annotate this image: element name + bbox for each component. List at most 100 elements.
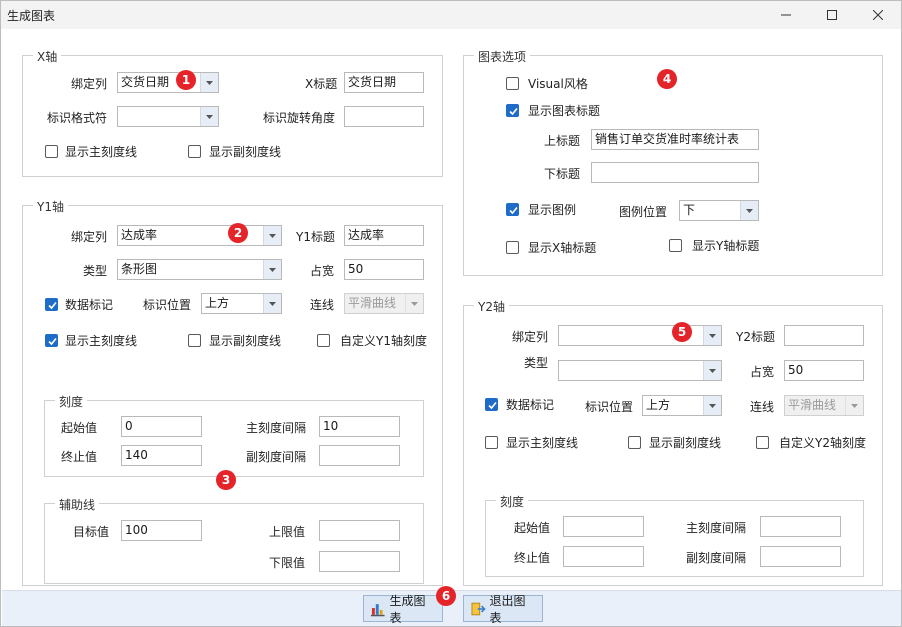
minimize-button[interactable] — [763, 1, 809, 29]
y1-marker-pos-select[interactable]: 上方 — [201, 293, 282, 314]
x-title-input[interactable]: 交货日期 — [344, 72, 424, 93]
exit-chart-label: 退出图表 — [489, 593, 526, 625]
dialog-body: X轴 绑定列 交货日期 X标题 交货日期 标识格式符 标识旋转角度 显示主刻度线… — [2, 29, 901, 590]
generate-chart-button[interactable]: 生成图表 — [363, 594, 443, 625]
y1-guide-group: 辅助线 目标值 100 上限值 下限值 — [44, 496, 424, 584]
show-y-title-checkbox[interactable] — [669, 239, 682, 252]
y2-line-label: 连线 — [750, 400, 775, 414]
annotation-badge-6: 6 — [436, 586, 456, 606]
y1-start-input[interactable]: 0 — [121, 416, 202, 437]
y2-custom-scale-label: 自定义Y2轴刻度 — [779, 436, 866, 450]
y2-type-select[interactable] — [558, 360, 722, 381]
y2-width-label: 占宽 — [750, 365, 775, 379]
exit-door-icon — [471, 602, 486, 615]
legend-pos-select[interactable]: 下 — [679, 200, 759, 221]
maximize-icon — [827, 10, 837, 20]
y2-show-major-checkbox[interactable] — [485, 436, 498, 449]
y1-custom-scale-label: 自定义Y1轴刻度 — [340, 334, 427, 348]
y1-show-major-checkbox[interactable] — [45, 334, 58, 347]
y2-axis-group: Y2轴 绑定列 Y2标题 类型 占宽 50 数据标记 标识位置 上方 连线 平滑… — [463, 298, 883, 586]
y1-bind-column-label: 绑定列 — [71, 230, 108, 244]
x-rotation-input[interactable] — [344, 106, 424, 127]
x-format-label: 标识格式符 — [47, 111, 108, 125]
chevron-down-icon — [740, 201, 758, 220]
show-chart-title-label: 显示图表标题 — [528, 104, 601, 118]
chevron-down-icon — [263, 226, 281, 245]
top-title-input[interactable]: 销售订单交货准时率统计表 — [591, 129, 759, 150]
y1-title-input[interactable]: 达成率 — [344, 225, 424, 246]
y2-data-marker-checkbox[interactable] — [485, 398, 498, 411]
y1-target-input[interactable]: 100 — [121, 520, 202, 541]
y2-width-input[interactable]: 50 — [784, 360, 864, 381]
x-show-minor-checkbox[interactable] — [188, 145, 201, 158]
close-icon — [873, 10, 883, 20]
y1-end-input[interactable]: 140 — [121, 445, 202, 466]
x-show-major-checkbox[interactable] — [45, 145, 58, 158]
y2-major-interval-input[interactable] — [760, 516, 841, 537]
y1-bind-column-select[interactable]: 达成率 — [117, 225, 282, 246]
annotation-badge-3: 3 — [216, 470, 236, 490]
bottom-title-label: 下标题 — [544, 167, 581, 181]
show-chart-title-checkbox[interactable] — [506, 104, 519, 117]
y1-title-label: Y1标题 — [296, 230, 335, 244]
y2-marker-pos-select[interactable]: 上方 — [642, 395, 722, 416]
show-x-title-checkbox[interactable] — [506, 241, 519, 254]
bottom-title-input[interactable] — [591, 162, 759, 183]
visual-style-checkbox[interactable] — [506, 77, 519, 90]
y1-type-label: 类型 — [83, 264, 108, 278]
y1-scale-group: 刻度 起始值 0 主刻度间隔 10 终止值 140 副刻度间隔 — [44, 393, 424, 477]
y1-lower-input[interactable] — [319, 551, 400, 572]
close-button[interactable] — [855, 1, 901, 29]
x-bind-column-label: 绑定列 — [71, 77, 108, 91]
chevron-down-icon — [405, 294, 423, 313]
y1-minor-interval-label: 副刻度间隔 — [246, 450, 307, 464]
y2-start-input[interactable] — [563, 516, 644, 537]
y1-data-marker-label: 数据标记 — [65, 298, 114, 312]
y1-show-minor-checkbox[interactable] — [188, 334, 201, 347]
bar-chart-icon — [370, 603, 385, 616]
y2-bind-column-label: 绑定列 — [512, 330, 549, 344]
exit-chart-button[interactable]: 退出图表 — [463, 594, 543, 625]
x-format-select[interactable] — [117, 106, 219, 127]
y2-scale-group: 刻度 起始值 主刻度间隔 终止值 副刻度间隔 — [485, 493, 864, 577]
visual-style-label: Visual风格 — [528, 77, 588, 91]
y2-type-label: 类型 — [524, 356, 549, 370]
y1-custom-scale-checkbox[interactable] — [317, 334, 330, 347]
y2-marker-pos-label: 标识位置 — [585, 400, 634, 414]
y2-end-input[interactable] — [563, 546, 644, 567]
y2-bind-column-select[interactable] — [558, 325, 722, 346]
y1-major-interval-label: 主刻度间隔 — [246, 421, 307, 435]
x-rotation-label: 标识旋转角度 — [263, 111, 336, 125]
y1-minor-interval-input[interactable] — [319, 445, 400, 466]
top-title-label: 上标题 — [544, 134, 581, 148]
maximize-button[interactable] — [809, 1, 855, 29]
x-title-label: X标题 — [305, 77, 338, 91]
y1-end-label: 终止值 — [61, 450, 98, 464]
y2-show-minor-checkbox[interactable] — [628, 436, 641, 449]
y2-title-input[interactable] — [784, 325, 864, 346]
x-show-minor-label: 显示副刻度线 — [209, 145, 282, 159]
chevron-down-icon — [263, 294, 281, 313]
chevron-down-icon — [703, 326, 721, 345]
y1-upper-input[interactable] — [319, 520, 400, 541]
y1-start-label: 起始值 — [61, 421, 98, 435]
y2-start-label: 起始值 — [514, 521, 551, 535]
y1-upper-label: 上限值 — [269, 525, 306, 539]
y1-lower-label: 下限值 — [269, 556, 306, 570]
y2-show-minor-label: 显示副刻度线 — [649, 436, 722, 450]
x-axis-legend: X轴 — [33, 48, 62, 65]
y2-show-major-label: 显示主刻度线 — [506, 436, 579, 450]
y2-line-select[interactable]: 平滑曲线 — [784, 395, 864, 416]
show-legend-label: 显示图例 — [528, 203, 577, 217]
y2-custom-scale-checkbox[interactable] — [756, 436, 769, 449]
y1-data-marker-checkbox[interactable] — [45, 298, 58, 311]
y2-minor-interval-input[interactable] — [760, 546, 841, 567]
generate-chart-label: 生成图表 — [389, 593, 426, 625]
y1-width-input[interactable]: 50 — [344, 259, 424, 280]
y1-major-interval-input[interactable]: 10 — [319, 416, 400, 437]
chevron-down-icon — [845, 396, 863, 415]
y1-type-select[interactable]: 条形图 — [117, 259, 282, 280]
show-legend-checkbox[interactable] — [506, 203, 519, 216]
y1-line-select[interactable]: 平滑曲线 — [344, 293, 424, 314]
x-bind-column-select[interactable]: 交货日期 — [117, 72, 219, 93]
